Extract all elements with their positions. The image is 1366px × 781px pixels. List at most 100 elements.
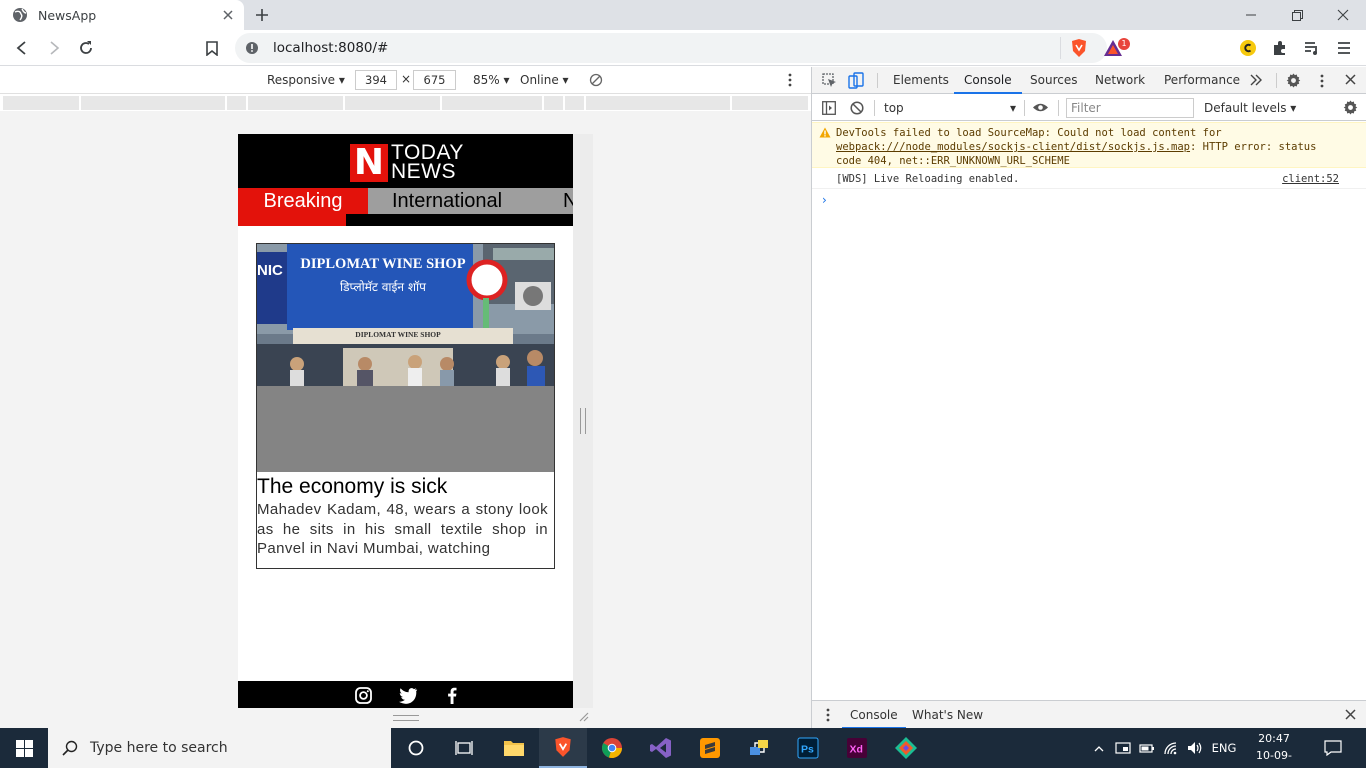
category-tab-breaking[interactable]: Breaking <box>238 188 368 214</box>
tab-sources[interactable]: Sources <box>1030 67 1077 94</box>
tab-close-icon[interactable] <box>218 5 238 25</box>
language-indicator[interactable]: ENG <box>1209 728 1239 768</box>
resize-handle-right[interactable] <box>580 408 586 434</box>
back-icon[interactable] <box>11 37 33 59</box>
drawer-menu-icon[interactable] <box>826 708 830 722</box>
console-log-message[interactable]: [WDS] Live Reloading enabled. client:52 <box>812 169 1366 189</box>
notifications-icon[interactable] <box>1318 728 1348 768</box>
media-query-segment[interactable] <box>345 96 440 110</box>
news-card-image[interactable]: NIC DIPLOMAT WINE SHOP डिप्लोमॅट वाईन शॉ… <box>257 244 554 386</box>
zoom-select[interactable]: 85% ▾ <box>473 73 510 87</box>
cortana-icon[interactable] <box>392 728 440 768</box>
taskbar-clock[interactable]: 20:47 10-09-2020 <box>1244 730 1304 779</box>
media-queue-icon[interactable] <box>1301 37 1323 59</box>
file-explorer-icon[interactable] <box>490 728 538 768</box>
devtools-close-icon[interactable] <box>1345 74 1356 85</box>
minimize-icon[interactable] <box>1228 0 1274 30</box>
url-text[interactable]: localhost:8080/# <box>273 40 388 56</box>
console-settings-icon[interactable] <box>1343 100 1358 115</box>
window-close-icon[interactable] <box>1320 0 1366 30</box>
forward-icon[interactable] <box>43 37 65 59</box>
logo-mark[interactable]: N <box>350 144 388 182</box>
log-levels-select[interactable]: Default levels ▾ <box>1204 101 1296 115</box>
resize-handle-corner[interactable] <box>577 710 589 722</box>
tab-network[interactable]: Network <box>1095 67 1145 94</box>
wifi-icon[interactable] <box>1160 728 1182 768</box>
tab-elements[interactable]: Elements <box>893 67 949 94</box>
device-mode-select[interactable]: Responsive ▾ <box>267 73 345 87</box>
news-card-title[interactable]: The economy is sick <box>257 473 554 501</box>
category-underline <box>238 214 573 226</box>
rotate-icon[interactable] <box>589 73 603 87</box>
gitkraken-icon[interactable] <box>882 728 930 768</box>
resize-handle-bottom[interactable] <box>393 715 419 721</box>
media-query-segment[interactable] <box>248 96 343 110</box>
more-tabs-icon[interactable] <box>1250 74 1262 86</box>
console-prompt-chevron-icon[interactable]: › <box>822 193 827 207</box>
device-toggle-icon[interactable] <box>848 72 864 89</box>
logo-text[interactable]: TODAY NEWS <box>391 142 464 182</box>
live-expression-eye-icon[interactable] <box>1032 102 1049 113</box>
sublime-text-icon[interactable] <box>686 728 734 768</box>
network-tool-icon[interactable] <box>735 728 783 768</box>
volume-icon[interactable] <box>1184 728 1206 768</box>
adobe-xd-icon[interactable]: Xd <box>833 728 881 768</box>
brave-browser-icon[interactable] <box>539 728 587 768</box>
clear-console-icon[interactable] <box>850 101 864 115</box>
media-query-segment[interactable] <box>442 96 542 110</box>
extension-c-icon[interactable] <box>1237 37 1259 59</box>
media-query-segment[interactable] <box>565 96 584 110</box>
drawer-tab-whats-new[interactable]: What's New <box>912 701 983 729</box>
tab-console[interactable]: Console <box>954 67 1022 94</box>
new-tab-plus-icon[interactable] <box>252 5 272 25</box>
sourcemap-link[interactable]: webpack:///node_modules/sockjs-client/di… <box>836 141 1190 153</box>
tray-chevron-icon[interactable] <box>1090 728 1108 768</box>
network-select[interactable]: Online ▾ <box>520 73 569 87</box>
inspect-element-icon[interactable] <box>822 73 837 88</box>
battery-icon[interactable] <box>1136 728 1158 768</box>
media-query-segment[interactable] <box>3 96 79 110</box>
drawer-tab-console[interactable]: Console <box>842 701 906 729</box>
task-view-icon[interactable] <box>440 728 488 768</box>
log-source-link[interactable]: client:52 <box>1282 173 1339 185</box>
console-warning-message[interactable]: DevTools failed to load SourceMap: Could… <box>812 122 1366 168</box>
reload-icon[interactable] <box>75 37 97 59</box>
instagram-icon[interactable] <box>353 685 373 705</box>
windows-start-icon[interactable] <box>0 728 48 768</box>
media-query-segment[interactable] <box>81 96 225 110</box>
chrome-icon[interactable] <box>588 728 636 768</box>
tab-performance[interactable]: Performance <box>1164 67 1240 94</box>
console-filter-input[interactable]: Filter <box>1066 98 1194 118</box>
address-bar[interactable]: localhost:8080/# <box>235 33 1107 63</box>
device-more-icon[interactable] <box>788 73 792 87</box>
toolbar-divider <box>1058 100 1059 116</box>
bookmark-icon[interactable] <box>201 37 223 59</box>
width-input[interactable]: 394 <box>355 70 397 90</box>
category-tab-international[interactable]: International <box>392 188 502 214</box>
news-card-description: Mahadev Kadam, 48, wears a stony look as… <box>257 501 548 557</box>
settings-gear-icon[interactable] <box>1286 73 1301 88</box>
twitter-icon[interactable] <box>398 685 418 705</box>
browser-menu-icon[interactable] <box>1333 37 1355 59</box>
news-card[interactable]: NIC DIPLOMAT WINE SHOP डिप्लोमॅट वाईन शॉ… <box>256 243 555 569</box>
drawer-close-icon[interactable] <box>1345 709 1356 720</box>
facebook-icon[interactable] <box>442 685 462 705</box>
sidebar-toggle-icon[interactable] <box>822 101 836 115</box>
media-query-segment[interactable] <box>544 96 563 110</box>
media-query-segment[interactable] <box>732 96 808 110</box>
category-tab-next[interactable]: N <box>563 188 573 214</box>
restore-icon[interactable] <box>1274 0 1320 30</box>
media-query-segment[interactable] <box>586 96 730 110</box>
browser-tab[interactable]: NewsApp <box>0 0 244 30</box>
tray-app-icon[interactable] <box>1112 728 1134 768</box>
taskbar-search-box[interactable]: Type here to search <box>48 728 391 768</box>
height-input[interactable]: 675 <box>413 70 456 90</box>
media-query-segment[interactable] <box>227 96 246 110</box>
photoshop-icon[interactable]: Ps <box>784 728 832 768</box>
extensions-puzzle-icon[interactable] <box>1269 37 1291 59</box>
visual-studio-icon[interactable] <box>637 728 685 768</box>
brave-shield-icon[interactable] <box>1068 37 1090 59</box>
context-select[interactable]: top ▾ <box>884 99 1016 117</box>
devtools-more-icon[interactable] <box>1320 74 1324 88</box>
site-info-icon[interactable] <box>245 41 259 55</box>
